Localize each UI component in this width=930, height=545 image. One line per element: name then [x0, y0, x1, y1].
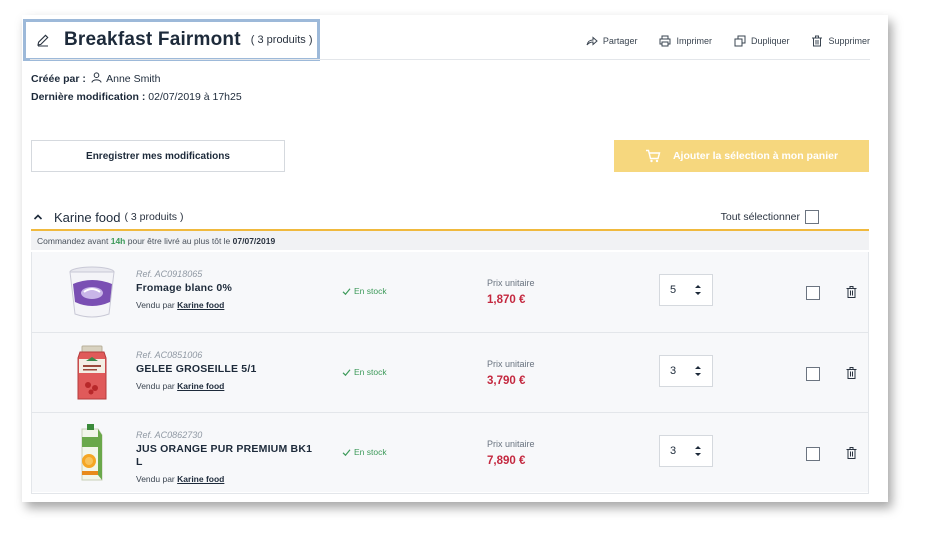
stepper-arrows-icon[interactable] [694, 364, 702, 378]
check-icon [342, 448, 351, 456]
stock-status: En stock [342, 286, 387, 296]
supplier-count: ( 3 produits ) [124, 211, 184, 223]
notice-date: 07/07/2019 [232, 235, 276, 246]
add-to-cart-button[interactable]: Ajouter la sélection à mon panier [614, 140, 869, 172]
product-name: JUS ORANGE PUR PREMIUM BK1 L [136, 443, 313, 468]
product-row: Ref. AC0918065 Fromage blanc 0% Vendu pa… [32, 252, 868, 332]
check-icon [342, 368, 351, 376]
vendor-link[interactable]: Karine food [177, 381, 224, 391]
print-label: Imprimer [676, 36, 712, 46]
cart-icon [645, 149, 661, 163]
vendor-link[interactable]: Karine food [177, 300, 224, 310]
select-all-checkbox[interactable] [805, 210, 819, 224]
product-ref: Ref. AC0918065 [136, 269, 203, 279]
delivery-notice: Commandez avant 14h pour être livré au p… [31, 231, 869, 250]
save-changes-button[interactable]: Enregistrer mes modifications [31, 140, 285, 172]
check-icon [342, 287, 351, 295]
stock-status: En stock [342, 367, 387, 377]
vendor-label: Vendu par [136, 300, 175, 310]
chevron-up-icon[interactable] [33, 212, 43, 222]
supplier-header[interactable]: Karine food ( 3 produits ) Tout sélectio… [31, 205, 869, 229]
modified-line: Dernière modification : 02/07/2019 à 17h… [31, 88, 242, 106]
print-icon [659, 35, 671, 47]
product-vendor: Vendu par Karine food [136, 474, 316, 484]
product-checkbox[interactable] [806, 367, 820, 381]
add-to-cart-label: Ajouter la sélection à mon panier [672, 150, 839, 162]
created-by-name: Anne Smith [106, 73, 161, 85]
list-panel: Breakfast Fairmont ( 3 produits ) Partag… [22, 15, 888, 502]
header-divider [30, 59, 870, 60]
product-image-fromage-blanc[interactable] [64, 262, 120, 322]
modified-value: 02/07/2019 à 17h25 [148, 91, 242, 103]
product-list: Ref. AC0918065 Fromage blanc 0% Vendu pa… [31, 252, 869, 494]
product-info: Ref. AC0862730 JUS ORANGE PUR PREMIUM BK… [136, 430, 316, 484]
delete-label: Supprimer [828, 36, 870, 46]
delete-button[interactable]: Supprimer [811, 35, 870, 47]
trash-icon[interactable] [846, 286, 857, 298]
product-name: GELEE GROSEILLE 5/1 [136, 363, 257, 375]
unit-price: 3,790 € [487, 375, 526, 387]
stock-status: En stock [342, 447, 387, 457]
quantity-stepper[interactable]: 3 [659, 355, 713, 387]
header-actions: Partager Imprimer Dupliquer Supprimer [564, 35, 870, 47]
stock-label: En stock [354, 286, 387, 296]
user-icon [91, 72, 102, 83]
title-block: Breakfast Fairmont ( 3 produits ) [23, 19, 320, 61]
price-label: Prix unitaire [487, 439, 535, 449]
select-all[interactable]: Tout sélectionner [721, 210, 819, 224]
unit-price: 1,870 € [487, 294, 526, 306]
pencil-icon[interactable] [36, 33, 50, 47]
print-button[interactable]: Imprimer [659, 35, 712, 47]
product-info: Ref. AC0918065 Fromage blanc 0% Vendu pa… [136, 269, 316, 310]
quantity-stepper[interactable]: 3 [659, 435, 713, 467]
stepper-arrows-icon[interactable] [694, 283, 702, 297]
notice-pre: Commandez avant [37, 235, 109, 246]
stepper-arrows-icon[interactable] [694, 444, 702, 458]
product-image-gelee-groseille[interactable] [64, 343, 120, 403]
product-image-jus-orange[interactable] [64, 423, 120, 483]
product-checkbox[interactable] [806, 286, 820, 300]
trash-icon [812, 35, 823, 47]
modified-label: Dernière modification : [31, 91, 146, 103]
quantity-value[interactable]: 3 [670, 365, 676, 377]
notice-mid: pour être livré au plus tôt le [127, 235, 231, 246]
duplicate-label: Dupliquer [750, 36, 790, 46]
created-label: Créée par : [31, 73, 86, 85]
product-info: Ref. AC0851006 GELEE GROSEILLE 5/1 Vendu… [136, 350, 316, 391]
quantity-value[interactable]: 5 [670, 284, 676, 296]
unit-price: 7,890 € [487, 455, 526, 467]
supplier-name: Karine food [54, 209, 121, 225]
product-row: Ref. AC0851006 GELEE GROSEILLE 5/1 Vendu… [32, 332, 868, 412]
share-button[interactable]: Partager [586, 35, 638, 47]
page-title: Breakfast Fairmont [64, 29, 241, 50]
price-label: Prix unitaire [487, 359, 535, 369]
share-label: Partager [602, 36, 638, 46]
stock-label: En stock [354, 447, 387, 457]
price-label: Prix unitaire [487, 278, 535, 288]
product-vendor: Vendu par Karine food [136, 381, 316, 391]
product-ref: Ref. AC0851006 [136, 350, 203, 360]
product-row: Ref. AC0862730 JUS ORANGE PUR PREMIUM BK… [32, 412, 868, 492]
share-icon [586, 36, 598, 46]
product-checkbox[interactable] [806, 447, 820, 461]
product-name: Fromage blanc 0% [136, 282, 232, 294]
trash-icon[interactable] [846, 367, 857, 379]
trash-icon[interactable] [846, 447, 857, 459]
list-meta: Créée par : Anne Smith Dernière modifica… [31, 70, 242, 106]
quantity-value[interactable]: 3 [670, 445, 676, 457]
created-by-line: Créée par : Anne Smith [31, 70, 242, 88]
select-all-label: Tout sélectionner [720, 211, 800, 223]
duplicate-button[interactable]: Dupliquer [734, 35, 790, 47]
quantity-stepper[interactable]: 5 [659, 274, 713, 306]
vendor-label: Vendu par [136, 381, 175, 391]
vendor-link[interactable]: Karine food [177, 474, 224, 484]
notice-time: 14h [110, 235, 126, 246]
product-ref: Ref. AC0862730 [136, 430, 203, 440]
duplicate-icon [734, 35, 746, 47]
product-count: ( 3 produits ) [250, 34, 313, 46]
product-vendor: Vendu par Karine food [136, 300, 316, 310]
vendor-label: Vendu par [136, 474, 175, 484]
stock-label: En stock [354, 367, 387, 377]
